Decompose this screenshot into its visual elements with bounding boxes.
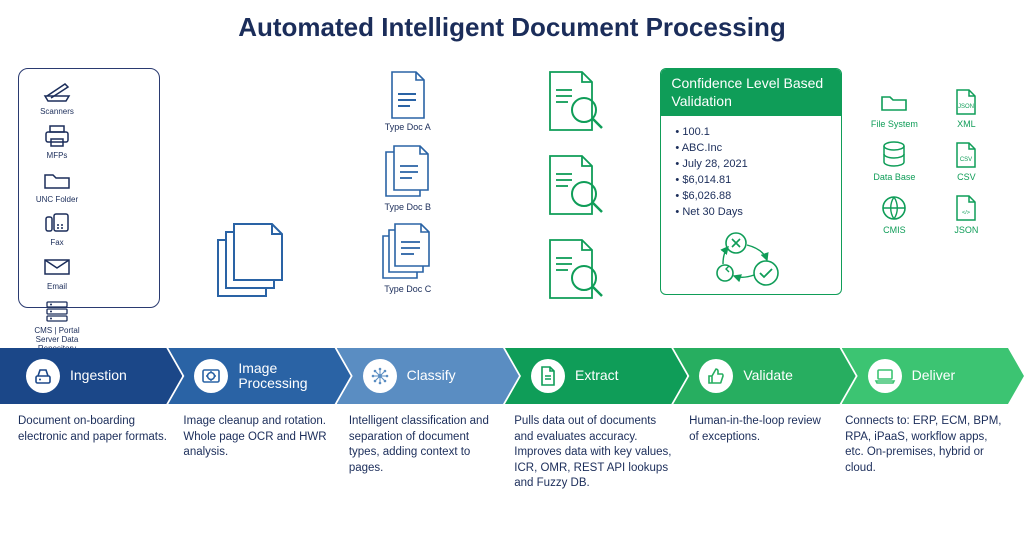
label: Type Doc A — [385, 122, 431, 132]
target-csv: CSV CSV — [934, 141, 998, 182]
csv-file-icon: CSV — [951, 141, 981, 169]
laptop-icon — [868, 359, 902, 393]
top-row: Scanners MFPs UNC Folder Fax Email — [18, 68, 1006, 338]
extract-column — [518, 68, 633, 306]
target-cmis: CMIS — [862, 194, 926, 235]
doc-type-a: Type Doc A — [385, 68, 431, 132]
folder-icon — [879, 88, 909, 116]
step-ingestion: Ingestion — [0, 348, 182, 404]
step-extract: Extract — [505, 348, 687, 404]
hard-drive-icon — [26, 359, 60, 393]
json-file-icon: </> — [951, 194, 981, 222]
database-icon — [879, 141, 909, 169]
thumbs-up-icon — [699, 359, 733, 393]
desc-image-processing: Image cleanup and rotation. Whole page O… — [183, 414, 334, 492]
step-label: Deliver — [912, 368, 956, 383]
label: JSON — [954, 225, 978, 235]
deliver-targets: File System JSON XML Data Base CSV CSV C… — [862, 68, 1006, 235]
validate-values-list: 100.1 ABC.Inc July 28, 2021 $6,014.81 $6… — [661, 116, 841, 224]
validate-value: $6,026.88 — [675, 188, 831, 204]
document-stack-icon — [382, 142, 434, 202]
classify-column: Type Doc A Type Doc B Type Doc C — [336, 68, 480, 294]
validate-value: $6,014.81 — [675, 172, 831, 188]
connections-icon — [363, 359, 397, 393]
desc-deliver: Connects to: ERP, ECM, BPM, RPA, iPaaS, … — [845, 414, 1006, 492]
document-stack-icon — [210, 218, 290, 308]
target-xml: JSON XML — [934, 88, 998, 129]
validate-value: 100.1 — [675, 124, 831, 140]
validate-box: Confidence Level Based Validation 100.1 … — [660, 68, 842, 295]
page-title: Automated Intelligent Document Processin… — [0, 0, 1024, 51]
source-mfp: MFPs — [25, 123, 89, 161]
label: Email — [47, 283, 67, 292]
step-image-processing: Image Processing — [168, 348, 350, 404]
workflow-arrow-bar: Ingestion Image Processing Classify Extr… — [0, 348, 1024, 404]
doc-type-c: Type Doc C — [380, 222, 436, 294]
svg-text:</>: </> — [962, 210, 970, 216]
label: XML — [957, 119, 976, 129]
review-cycle-icon — [661, 224, 841, 294]
server-icon — [42, 298, 72, 324]
step-label: Image Processing — [238, 361, 330, 392]
source-scanner: Scanners — [25, 79, 89, 117]
scanner-icon — [42, 79, 72, 105]
document-search-icon — [542, 236, 608, 306]
source-email: Email — [25, 254, 89, 292]
step-label: Validate — [743, 368, 793, 383]
validate-header: Confidence Level Based Validation — [661, 69, 841, 116]
desc-validate: Human-in-the-loop review of exceptions. — [689, 414, 831, 492]
document-search-icon — [542, 68, 608, 138]
email-icon — [42, 254, 72, 280]
step-label: Ingestion — [70, 368, 127, 383]
label: Fax — [50, 239, 63, 248]
validate-value: ABC.Inc — [675, 140, 831, 156]
doc-type-b: Type Doc B — [382, 142, 434, 212]
document-stack-icon — [380, 222, 436, 284]
ingestion-sources-box: Scanners MFPs UNC Folder Fax Email — [18, 68, 160, 308]
step-validate: Validate — [673, 348, 855, 404]
label: Type Doc C — [384, 284, 431, 294]
label: MFPs — [47, 152, 68, 161]
image-processing-illustration — [178, 68, 322, 308]
step-label: Extract — [575, 368, 619, 383]
svg-text:CSV: CSV — [960, 157, 972, 163]
fax-icon — [42, 210, 72, 236]
step-label: Classify — [407, 368, 456, 383]
printer-icon — [42, 123, 72, 149]
cmis-icon — [879, 194, 909, 222]
validate-value: July 28, 2021 — [675, 156, 831, 172]
descriptions-row: Document on-boarding electronic and pape… — [18, 414, 1006, 492]
step-deliver: Deliver — [842, 348, 1024, 404]
desc-extract: Pulls data out of documents and evaluate… — [514, 414, 675, 492]
source-fax: Fax — [25, 210, 89, 248]
target-json: </> JSON — [934, 194, 998, 235]
xml-file-icon: JSON — [951, 88, 981, 116]
validate-value: Net 30 Days — [675, 204, 831, 220]
document-search-icon — [542, 152, 608, 222]
step-classify: Classify — [337, 348, 519, 404]
label: Scanners — [40, 108, 74, 117]
label: CSV — [957, 172, 976, 182]
svg-text:JSON: JSON — [958, 104, 974, 110]
document-icon — [386, 68, 430, 122]
source-unc-folder: UNC Folder — [25, 167, 89, 205]
desc-ingestion: Document on-boarding electronic and pape… — [18, 414, 169, 492]
label: File System — [871, 119, 918, 129]
gear-icon — [194, 359, 228, 393]
label: Type Doc B — [384, 202, 431, 212]
label: Data Base — [873, 172, 915, 182]
source-cms: CMS | Portal Server Data Repository — [25, 298, 89, 353]
label: UNC Folder — [36, 196, 78, 205]
target-filesystem: File System — [862, 88, 926, 129]
document-icon — [531, 359, 565, 393]
label: CMIS — [883, 225, 906, 235]
folder-icon — [42, 167, 72, 193]
desc-classify: Intelligent classification and separatio… — [349, 414, 500, 492]
target-database: Data Base — [862, 141, 926, 182]
